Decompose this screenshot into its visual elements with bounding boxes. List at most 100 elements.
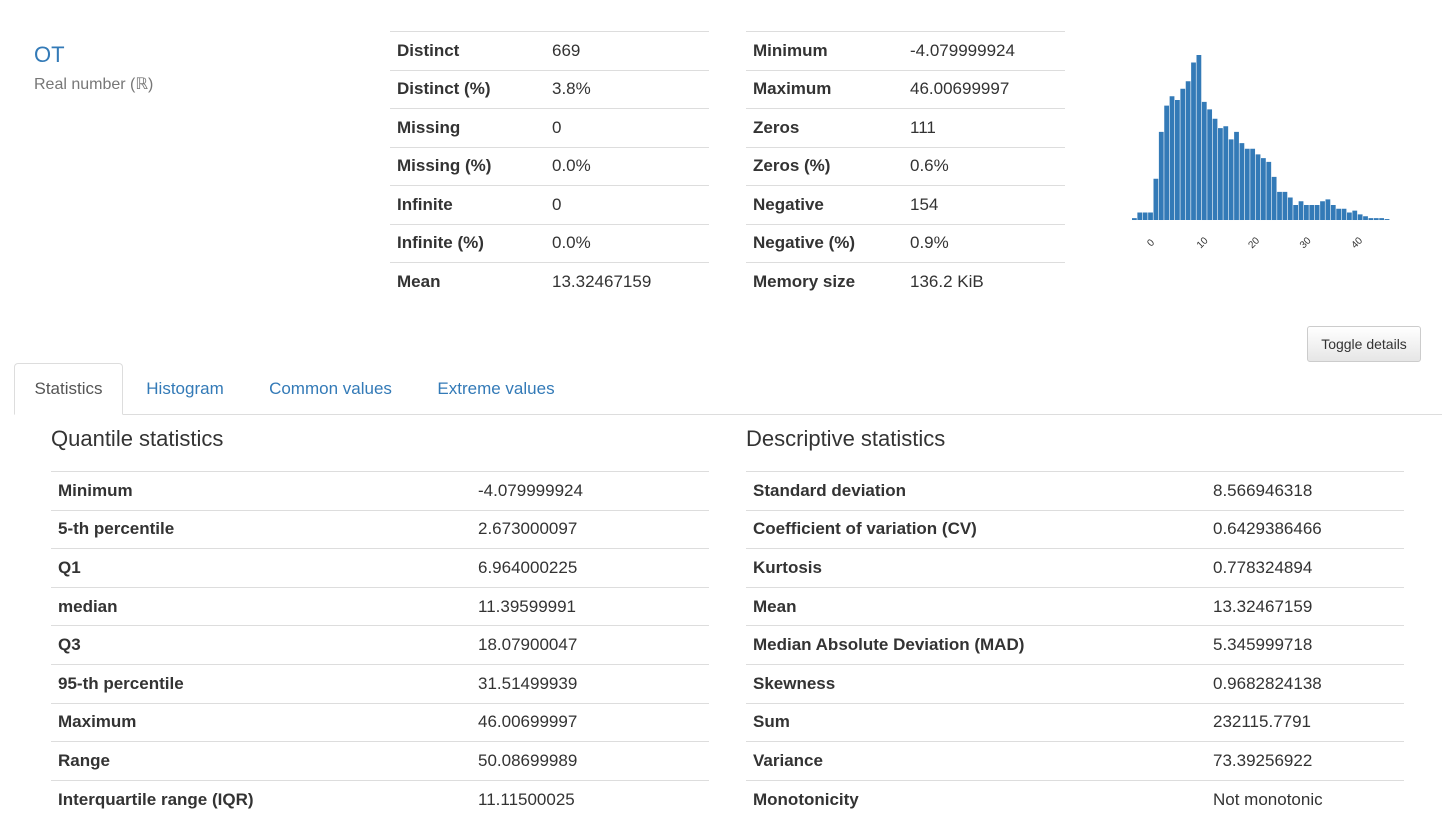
stat-label: 5-th percentile — [51, 509, 471, 549]
histogram-bar — [1266, 161, 1272, 221]
histogram-bar — [1218, 128, 1223, 220]
stat-value: 154 — [903, 185, 1065, 224]
histogram-bar — [1373, 218, 1379, 221]
x-tick-label: 40 — [1349, 235, 1365, 251]
stat-value: 31.51499939 — [471, 663, 709, 704]
histogram-bar — [1330, 205, 1336, 220]
table-row: Median Absolute Deviation (MAD) 5.3459997… — [746, 625, 1404, 665]
stat-label: Coefficient of variation (CV) — [746, 509, 1206, 549]
histogram-bar — [1142, 212, 1148, 220]
table-row: Zeros (%) 0.6% — [746, 146, 1065, 186]
histogram-bar — [1185, 81, 1191, 220]
stat-value: -4.079999924 — [903, 31, 1065, 70]
table-row: Range 50.08699989 — [51, 741, 709, 781]
histogram-bar — [1228, 139, 1234, 221]
histogram-bar — [1261, 158, 1266, 221]
histogram-bar — [1320, 201, 1325, 220]
stat-value: Not monotonic — [1206, 779, 1404, 818]
histogram-bar — [1336, 208, 1342, 220]
stat-label: Skewness — [746, 663, 1206, 704]
variable-name[interactable]: OT — [34, 42, 65, 68]
stat-label: Zeros — [746, 108, 903, 147]
histogram-bar — [1244, 148, 1250, 220]
histogram-bar — [1341, 208, 1347, 220]
stat-value: 0 — [545, 185, 709, 224]
table-row: Coefficient of variation (CV) 0.642938646… — [746, 509, 1404, 549]
table-row: Sum 232115.7791 — [746, 702, 1404, 742]
histogram-bar — [1148, 212, 1153, 220]
table-row: Infinite 0 — [390, 185, 709, 224]
stat-label: Minimum — [746, 31, 903, 70]
stat-label: Minimum — [51, 471, 471, 511]
tab-extreme-values[interactable]: Extreme values — [422, 363, 570, 415]
x-tick-label: 30 — [1298, 235, 1314, 251]
stat-value: 232115.7791 — [1206, 702, 1404, 742]
tab-histogram[interactable]: Histogram — [131, 363, 239, 415]
table-row: Q3 18.07900047 — [51, 625, 709, 665]
stat-label: Standard deviation — [746, 471, 1206, 511]
table-row: Minimum -4.079999924 — [746, 31, 1065, 70]
x-tick-label: 0 — [1145, 237, 1157, 249]
histogram-bar — [1287, 197, 1293, 220]
stat-value: 3.8% — [545, 69, 709, 109]
table-row: Mean 13.32467159 — [390, 262, 709, 301]
stat-label: 95-th percentile — [51, 663, 471, 704]
table-row: 5-th percentile 2.673000097 — [51, 509, 709, 549]
quantile-statistics-table: Minimum -4.079999924 5-th percentile 2.673… — [51, 471, 709, 818]
toggle-details-button[interactable]: Toggle details — [1307, 326, 1421, 362]
stat-label: Negative — [746, 185, 903, 224]
stat-label: Missing (%) — [390, 146, 545, 186]
table-row: median 11.39599991 — [51, 586, 709, 626]
stat-label: Q1 — [51, 548, 471, 588]
histogram-bar — [1223, 126, 1229, 220]
histogram-bar — [1180, 88, 1186, 220]
histogram-bar — [1347, 212, 1352, 220]
table-row: Minimum -4.079999924 — [51, 471, 709, 511]
stat-label: Distinct (%) — [390, 69, 545, 109]
stat-label: median — [51, 586, 471, 626]
stat-label: Variance — [746, 741, 1206, 781]
stat-label: Negative (%) — [746, 223, 903, 263]
stat-value: 5.345999718 — [1206, 625, 1404, 665]
histogram-bar — [1363, 216, 1368, 220]
table-row: Q1 6.964000225 — [51, 548, 709, 588]
stat-value: 13.32467159 — [545, 262, 709, 301]
tab-statistics[interactable]: Statistics — [14, 363, 123, 415]
histogram-bar — [1132, 218, 1137, 221]
stat-value: 2.673000097 — [471, 509, 709, 549]
descriptive-statistics-table: Standard deviation 8.566946318 Coefficien… — [746, 471, 1404, 818]
table-row: Infinite (%) 0.0% — [390, 223, 709, 263]
table-row: Distinct (%) 3.8% — [390, 69, 709, 109]
stat-label: Infinite (%) — [390, 223, 545, 263]
histogram-bar — [1309, 205, 1315, 220]
table-row: Interquartile range (IQR) 11.11500025 — [51, 779, 709, 818]
stat-value: 6.964000225 — [471, 548, 709, 588]
stat-label: Infinite — [390, 185, 545, 224]
stat-label: Maximum — [51, 702, 471, 742]
stat-value: 111 — [903, 108, 1065, 147]
histogram-bar — [1379, 218, 1385, 221]
stat-value: 0.0% — [545, 223, 709, 263]
histogram-bar — [1164, 105, 1170, 220]
table-row: Skewness 0.9682824138 — [746, 663, 1404, 704]
table-row: Memory size 136.2 KiB — [746, 262, 1065, 301]
stat-value: 136.2 KiB — [903, 262, 1065, 301]
tab-common-values[interactable]: Common values — [253, 363, 408, 415]
table-row: Standard deviation 8.566946318 — [746, 471, 1404, 511]
stat-value: 73.39256922 — [1206, 741, 1404, 781]
stat-label: Maximum — [746, 69, 903, 109]
histogram-bar — [1212, 118, 1218, 220]
stat-value: 0.9% — [903, 223, 1065, 263]
stat-value: 0.778324894 — [1206, 548, 1404, 588]
descriptive-statistics-title: Descriptive statistics — [746, 426, 946, 451]
stat-value: 0.6% — [903, 146, 1065, 186]
stat-label: Interquartile range (IQR) — [51, 779, 471, 818]
histogram-bar — [1137, 212, 1143, 220]
stat-label: Range — [51, 741, 471, 781]
histogram-bar — [1175, 100, 1180, 220]
table-row: Monotonicity Not monotonic — [746, 779, 1404, 818]
histogram-bar — [1304, 205, 1309, 220]
stat-value: 0.6429386466 — [1206, 509, 1404, 549]
table-row: Missing 0 — [390, 108, 709, 147]
stat-label: Zeros (%) — [746, 146, 903, 186]
